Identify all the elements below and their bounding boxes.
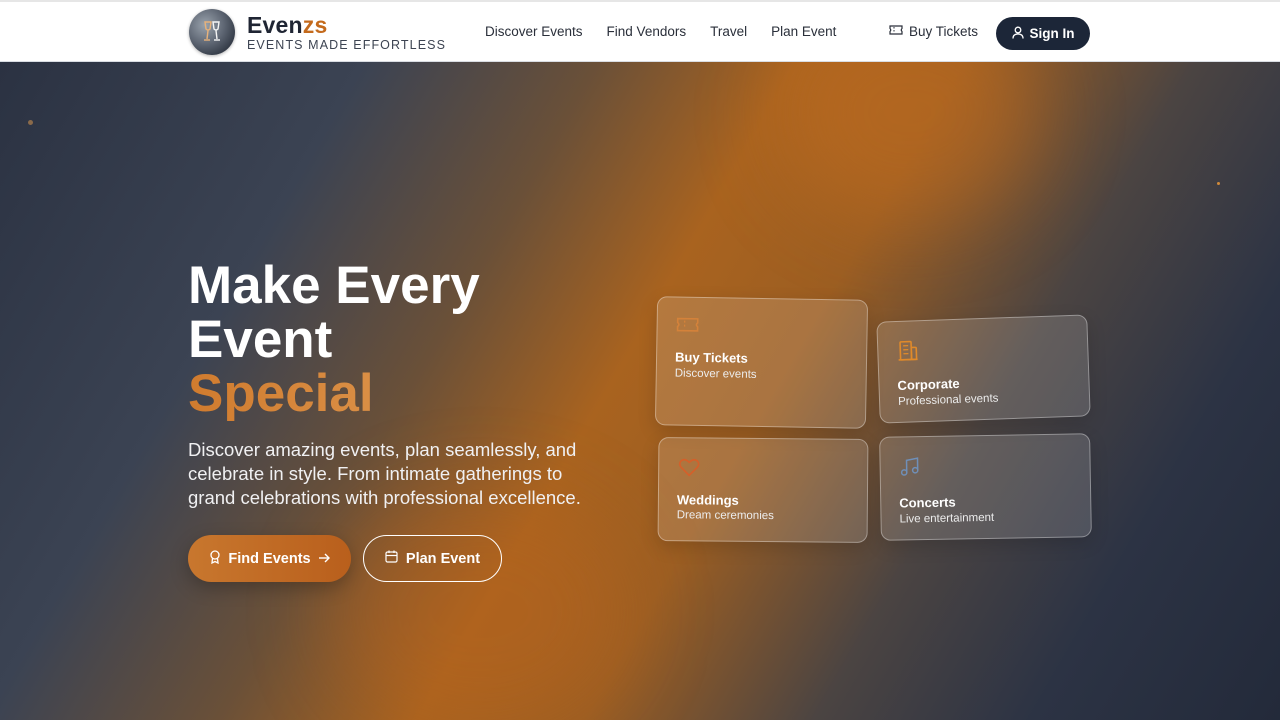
card-subtitle: Dream ceremonies (676, 509, 774, 523)
card-concerts[interactable]: Concerts Live entertainment (879, 433, 1092, 541)
hero-section: Make Every Event Special Discover amazin… (0, 62, 1280, 720)
card-subtitle: Discover events (674, 367, 757, 381)
ticket-icon (889, 24, 903, 39)
user-icon (1011, 26, 1024, 42)
card-title: Concerts (899, 494, 956, 511)
main-nav: Discover Events Find Vendors Travel Plan… (485, 24, 836, 39)
sign-in-label: Sign In (1029, 26, 1075, 41)
decorative-dot (1217, 182, 1220, 185)
brand-name-accent: zs (302, 12, 328, 38)
arrow-right-icon (318, 551, 330, 567)
headline-accent: Special (188, 367, 480, 421)
sign-in-button[interactable]: Sign In (996, 17, 1090, 50)
award-icon (209, 549, 221, 568)
heart-icon (677, 456, 701, 483)
card-title: Weddings (676, 492, 739, 508)
find-events-button[interactable]: Find Events (188, 535, 351, 582)
logo-icon[interactable] (189, 9, 235, 55)
nav-item-find-vendors[interactable]: Find Vendors (607, 24, 687, 39)
top-navigation-bar: Evenzs EVENTS MADE EFFORTLESS Discover E… (0, 0, 1280, 62)
hero-description: Discover amazing events, plan seamlessly… (188, 439, 581, 508)
hero-headline: Make Every Event Special (188, 259, 480, 421)
plan-event-button[interactable]: Plan Event (363, 535, 502, 582)
background-glow (330, 492, 630, 720)
plan-event-label: Plan Event (405, 550, 481, 567)
card-buy-tickets[interactable]: Buy Tickets Discover events (654, 296, 869, 429)
nav-item-travel[interactable]: Travel (710, 24, 747, 39)
brand-name-main: Even (247, 12, 303, 38)
calendar-icon (385, 550, 398, 567)
card-title: Corporate (897, 375, 960, 394)
buy-tickets-link[interactable]: Buy Tickets (889, 24, 978, 39)
music-note-icon (898, 455, 920, 482)
building-icon (896, 339, 919, 367)
decorative-dot (28, 120, 33, 125)
card-weddings[interactable]: Weddings Dream ceremonies (657, 437, 869, 543)
brand-name[interactable]: Evenzs (247, 12, 327, 39)
background-glow (780, 62, 1040, 222)
buy-tickets-label: Buy Tickets (909, 24, 979, 39)
nav-item-plan-event[interactable]: Plan Event (771, 24, 836, 39)
ticket-icon (675, 315, 699, 338)
headline-line-1: Make Every (188, 256, 480, 315)
nav-item-discover-events[interactable]: Discover Events (485, 24, 583, 39)
card-corporate[interactable]: Corporate Professional events (876, 314, 1091, 424)
brand-tagline: EVENTS MADE EFFORTLESS (247, 38, 447, 52)
card-subtitle: Live entertainment (899, 511, 995, 526)
headline-line-2: Event (188, 310, 333, 369)
card-subtitle: Professional events (897, 392, 999, 408)
find-events-label: Find Events (228, 550, 311, 567)
card-title: Buy Tickets (674, 349, 748, 366)
